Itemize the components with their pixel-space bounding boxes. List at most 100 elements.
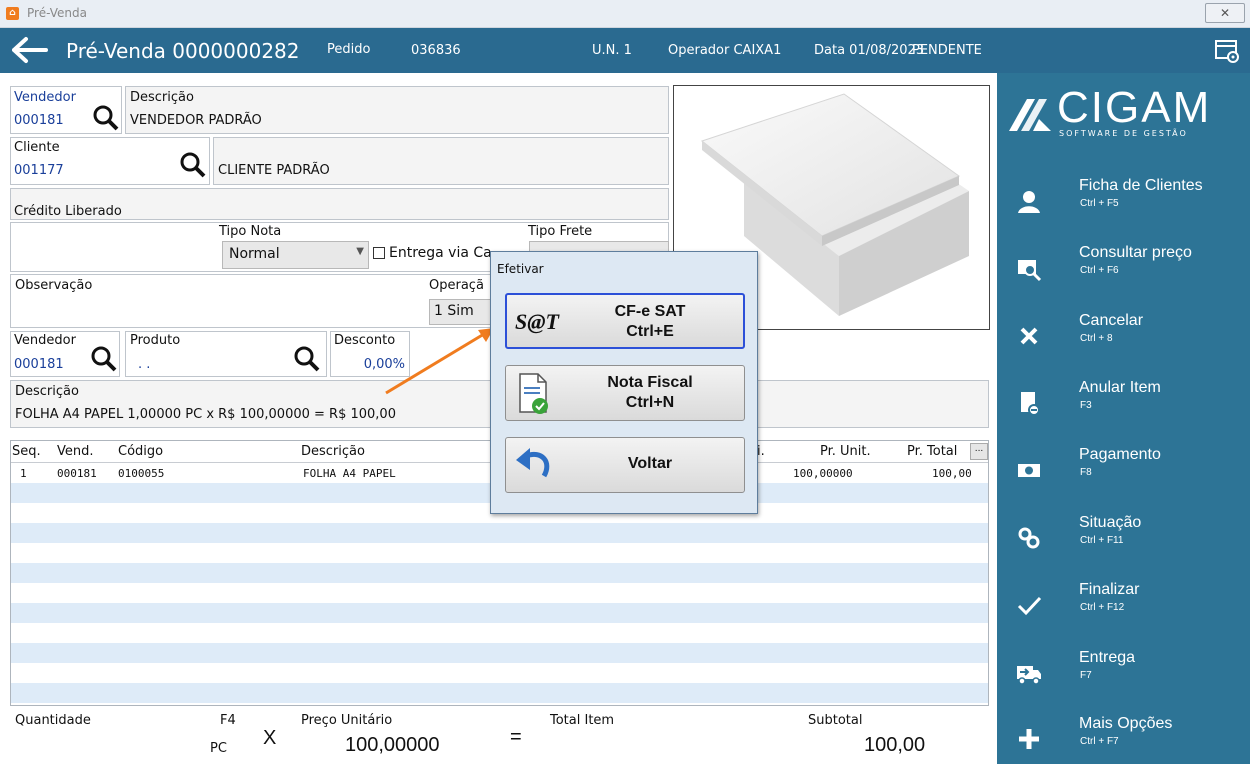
col-seq[interactable]: Seq. — [12, 444, 41, 459]
produto-label: Produto — [130, 333, 181, 348]
credito-box: Crédito Liberado — [10, 188, 669, 220]
unit-label: PC — [210, 741, 227, 756]
operacao-value: 1 Sim — [434, 303, 474, 319]
logo-text: CIGAM — [1057, 83, 1212, 132]
sidebar-item-label: Anular Item — [1079, 379, 1161, 396]
back-arrow-icon[interactable] — [12, 36, 48, 64]
sidebar: CIGAM SOFTWARE DE GESTÃO Ficha de Client… — [997, 73, 1250, 764]
search-icon[interactable] — [178, 150, 206, 178]
cfe-sat-button[interactable]: S@T CF-e SAT Ctrl+E — [505, 293, 745, 349]
voltar-button[interactable]: Voltar — [505, 437, 745, 493]
cigam-logo: CIGAM SOFTWARE DE GESTÃO — [1007, 83, 1237, 147]
entrega-checkbox[interactable] — [373, 247, 385, 259]
sidebar-item-pagamento[interactable]: Pagamento F8 — [997, 442, 1250, 498]
sidebar-item-label: Entrega — [1079, 649, 1136, 666]
sidebar-item-label: Situação — [1079, 514, 1142, 531]
vendedor2-label: Vendedor — [14, 333, 76, 348]
empty-row — [11, 563, 988, 583]
sidebar-item-finalizar[interactable]: Finalizar Ctrl + F12 — [997, 577, 1250, 633]
dialog-title: Efetivar — [497, 262, 544, 276]
logo-subtext: SOFTWARE DE GESTÃO — [1059, 129, 1188, 138]
sidebar-item-ficha-clientes[interactable]: Ficha de Clientes Ctrl + F5 — [997, 173, 1250, 229]
check-icon — [1017, 596, 1042, 616]
empty-row — [11, 603, 988, 623]
tipo-nota-select[interactable]: Normal ▼ — [222, 241, 369, 269]
sidebar-item-label: Cancelar — [1079, 312, 1144, 329]
sidebar-item-label: Pagamento — [1079, 446, 1161, 463]
business-unit: U.N. 1 — [592, 43, 632, 58]
col-vend[interactable]: Vend. — [57, 444, 94, 459]
window-title: Pré-Venda — [27, 6, 87, 20]
sidebar-item-shortcut: Ctrl + F11 — [1080, 535, 1124, 546]
page-title: Pré-Venda 0000000282 — [66, 39, 300, 63]
nota-fiscal-label: Nota Fiscal — [607, 374, 693, 391]
sidebar-item-shortcut: F3 — [1080, 400, 1092, 411]
produto-field[interactable]: Produto . . — [125, 331, 327, 377]
f4-hint: F4 — [220, 713, 236, 728]
operator: Operador CAIXA1 — [668, 43, 782, 58]
sat-logo-icon: S@T — [515, 309, 559, 334]
empty-row — [11, 643, 988, 663]
sidebar-item-consultar-preco[interactable]: Consultar preço Ctrl + F6 — [997, 240, 1250, 296]
operacao-label: Operaçã — [429, 278, 484, 293]
cliente-name-box: CLIENTE PADRÃO — [213, 137, 669, 185]
cell-vend: 000181 — [57, 467, 97, 480]
search-icon[interactable] — [91, 103, 119, 131]
produto-value: . . — [138, 357, 151, 372]
cfe-sat-shortcut: Ctrl+E — [626, 323, 674, 340]
sidebar-item-entrega[interactable]: Entrega F7 — [997, 645, 1250, 701]
nota-fiscal-shortcut: Ctrl+N — [625, 394, 675, 411]
item-descricao: FOLHA A4 PAPEL 1,00000 PC x R$ 100,00000… — [15, 407, 396, 422]
page-header: Pré-Venda 0000000282 Pedido 036836 U.N. … — [0, 28, 1250, 73]
vendedor-field[interactable]: Vendedor 000181 — [10, 86, 122, 134]
chevron-down-icon: ▼ — [356, 246, 364, 257]
tipo-nota-label: Tipo Nota — [219, 224, 282, 239]
undo-arrow-icon — [516, 448, 550, 478]
col-pr-unit[interactable]: Pr. Unit. — [820, 444, 871, 459]
preco-label: Preço Unitário — [301, 713, 393, 728]
nota-fiscal-button[interactable]: Nota Fiscal Ctrl+N — [505, 365, 745, 421]
cell-codigo: 0100055 — [118, 467, 165, 480]
sidebar-item-shortcut: F8 — [1080, 467, 1092, 478]
subtotal-label: Subtotal — [808, 713, 863, 728]
annotation-arrow-icon — [385, 328, 494, 395]
col-pr-total[interactable]: Pr. Total — [907, 444, 957, 459]
col-codigo[interactable]: Código — [118, 444, 163, 459]
search-icon[interactable] — [292, 344, 320, 372]
sidebar-item-shortcut: Ctrl + F5 — [1080, 198, 1119, 209]
sidebar-item-anular-item[interactable]: Anular Item F3 — [997, 375, 1250, 431]
entrega-label: Entrega via Ca — [389, 245, 492, 261]
cell-descricao: FOLHA A4 PAPEL — [303, 467, 396, 480]
sidebar-item-shortcut: F7 — [1080, 670, 1092, 681]
pedido-label: Pedido — [327, 42, 371, 57]
sidebar-item-mais-opcoes[interactable]: Mais Opções Ctrl + F7 — [997, 711, 1250, 767]
window-settings-icon[interactable] — [1214, 38, 1240, 64]
money-icon — [1018, 464, 1040, 477]
window-close-button[interactable]: ✕ — [1205, 3, 1245, 23]
status-text: PENDENTE — [912, 43, 982, 58]
vendedor-item-field[interactable]: Vendedor 000181 — [10, 331, 120, 377]
sidebar-item-cancelar[interactable]: Cancelar Ctrl + 8 — [997, 308, 1250, 364]
cell-pr-total: 100,00 — [932, 467, 972, 480]
sidebar-item-situacao[interactable]: Situação Ctrl + F11 — [997, 510, 1250, 566]
cliente-field[interactable]: Cliente 001177 — [10, 137, 210, 185]
multiply-sign: X — [263, 727, 277, 749]
cliente-name: CLIENTE PADRÃO — [218, 163, 330, 178]
date: Data 01/08/2023 — [814, 43, 925, 58]
col-descricao[interactable]: Descrição — [301, 444, 365, 459]
delivery-truck-icon — [1017, 666, 1041, 685]
status-icon — [1018, 527, 1040, 549]
vendedor-code: 000181 — [14, 113, 64, 128]
sidebar-item-shortcut: Ctrl + 8 — [1080, 333, 1113, 344]
empty-row — [11, 523, 988, 543]
sidebar-item-shortcut: Ctrl + F6 — [1080, 265, 1119, 276]
tipo-nota-value: Normal — [229, 246, 280, 262]
vendedor2-code: 000181 — [14, 357, 64, 372]
app-icon: ⌂ — [6, 7, 19, 20]
search-icon[interactable] — [89, 344, 117, 372]
document-check-icon — [519, 373, 548, 414]
plus-icon — [1019, 729, 1039, 749]
column-chooser-button[interactable]: ... — [970, 443, 988, 460]
col-i[interactable]: i. — [757, 444, 765, 459]
close-icon — [1020, 327, 1038, 345]
